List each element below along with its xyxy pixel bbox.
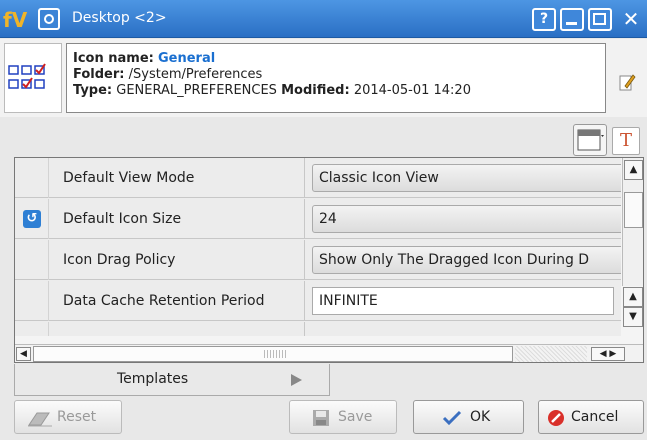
edit-icon[interactable] bbox=[617, 72, 637, 92]
spinner-up-button[interactable]: ▲ bbox=[623, 287, 643, 307]
folder-value: /System/Preferences bbox=[128, 67, 263, 82]
property-label: Icon Drag Policy bbox=[49, 240, 305, 280]
icon-name-label: Icon name: bbox=[73, 51, 154, 66]
vertical-scrollbar[interactable]: ▲ bbox=[622, 158, 643, 286]
window-title: Desktop <2> bbox=[72, 10, 167, 26]
default-view-mode-select[interactable]: Classic Icon View bbox=[312, 164, 621, 192]
property-value-cell: INFINITE bbox=[306, 281, 621, 321]
property-row[interactable]: Data Cache Retention Period INFINITE bbox=[15, 281, 621, 321]
property-row[interactable]: Icon Drag Policy Show Only The Dragged I… bbox=[15, 240, 621, 280]
cancel-icon bbox=[548, 410, 564, 426]
text-mode-button[interactable]: T bbox=[612, 127, 640, 155]
cancel-button[interactable]: Cancel bbox=[538, 400, 644, 434]
row-indicator bbox=[15, 322, 49, 336]
row-indicator bbox=[15, 158, 49, 198]
type-value: GENERAL_PREFERENCES bbox=[116, 83, 277, 98]
grip-icon bbox=[264, 350, 286, 358]
revert-default-icon[interactable]: ↺ bbox=[23, 210, 41, 228]
default-icon-size-select[interactable]: 24 bbox=[312, 205, 621, 233]
scroll-left-right-buttons[interactable]: ◀ ▶ bbox=[591, 347, 625, 361]
horizontal-scroll-track[interactable] bbox=[515, 346, 587, 362]
layout-toggle-button[interactable] bbox=[573, 124, 607, 156]
minimize-button[interactable] bbox=[560, 8, 584, 31]
property-label bbox=[49, 322, 305, 336]
property-value-cell: Classic Icon View bbox=[306, 158, 621, 198]
row-indicator: ↺ bbox=[15, 199, 49, 239]
modified-value: 2014-05-01 14:20 bbox=[353, 83, 471, 98]
maximize-icon bbox=[593, 13, 606, 25]
help-button[interactable]: ? bbox=[532, 8, 556, 31]
type-label: Type: bbox=[73, 83, 113, 98]
horizontal-scroll-thumb[interactable] bbox=[33, 346, 513, 362]
scroll-left-button[interactable]: ◀ bbox=[16, 347, 31, 361]
vertical-scroll-thumb[interactable] bbox=[624, 192, 643, 228]
folder-line: Folder: /System/Preferences bbox=[73, 67, 605, 83]
preferences-checklist-icon bbox=[4, 43, 62, 113]
svg-text:fV: fV bbox=[3, 8, 28, 31]
save-label: Save bbox=[338, 409, 373, 425]
layout-icon bbox=[577, 129, 604, 151]
close-button[interactable]: ✕ bbox=[618, 8, 644, 31]
row-indicator bbox=[15, 240, 49, 280]
title-bar[interactable]: fV Desktop <2> ? ✕ bbox=[0, 0, 647, 38]
maximize-button[interactable] bbox=[588, 8, 612, 31]
icon-info-header: Icon name: General Folder: /System/Prefe… bbox=[0, 39, 647, 117]
tab-bar: Templates bbox=[14, 364, 644, 396]
checkmark-icon bbox=[442, 410, 462, 426]
ok-button[interactable]: OK bbox=[413, 400, 524, 434]
property-row[interactable]: ↺ Default Icon Size 24 bbox=[15, 199, 621, 239]
preferences-window: fV Desktop <2> ? ✕ Icon name: General Fo… bbox=[0, 0, 647, 440]
tab-label: Templates bbox=[117, 371, 189, 387]
property-table: Default View Mode Classic Icon View ↺ De… bbox=[15, 158, 621, 336]
property-label: Data Cache Retention Period bbox=[49, 281, 305, 321]
scroll-up-button[interactable]: ▲ bbox=[624, 160, 643, 180]
toolstrip: T bbox=[0, 117, 647, 157]
app-logo-icon: fV bbox=[3, 8, 28, 31]
reset-label: Reset bbox=[57, 409, 97, 425]
save-icon bbox=[313, 410, 329, 426]
icon-drag-policy-select[interactable]: Show Only The Dragged Icon During D bbox=[312, 246, 621, 274]
reset-button[interactable]: Reset bbox=[14, 400, 122, 434]
tab-templates[interactable]: Templates bbox=[14, 364, 330, 396]
spinner-down-button[interactable]: ▼ bbox=[623, 307, 643, 327]
save-button[interactable]: Save bbox=[289, 400, 397, 434]
horizontal-scrollbar[interactable]: ◀ ◀ ▶ bbox=[15, 344, 643, 362]
type-line: Type: GENERAL_PREFERENCES Modified: 2014… bbox=[73, 83, 605, 99]
minimize-icon bbox=[566, 22, 577, 25]
row-indicator bbox=[15, 281, 49, 321]
icon-name-value: General bbox=[157, 51, 216, 66]
property-row bbox=[15, 322, 621, 336]
cancel-label: Cancel bbox=[571, 409, 619, 425]
tab-expand-icon[interactable] bbox=[291, 374, 302, 386]
property-label: Default View Mode bbox=[49, 158, 305, 198]
property-value-cell: Show Only The Dragged Icon During D bbox=[306, 240, 621, 280]
data-cache-retention-input[interactable]: INFINITE bbox=[312, 287, 614, 315]
modified-label: Modified: bbox=[281, 83, 350, 98]
ok-label: OK bbox=[470, 409, 491, 425]
folder-label: Folder: bbox=[73, 67, 125, 82]
property-label: Default Icon Size bbox=[49, 199, 305, 239]
property-row[interactable]: Default View Mode Classic Icon View bbox=[15, 158, 621, 198]
window-menu-icon[interactable] bbox=[38, 8, 60, 30]
eraser-icon bbox=[28, 412, 52, 427]
property-value-cell: 24 bbox=[306, 199, 621, 239]
icon-details: Icon name: General Folder: /System/Prefe… bbox=[66, 43, 606, 113]
icon-name-line: Icon name: General bbox=[73, 51, 605, 67]
property-grid: Default View Mode Classic Icon View ↺ De… bbox=[14, 157, 644, 363]
